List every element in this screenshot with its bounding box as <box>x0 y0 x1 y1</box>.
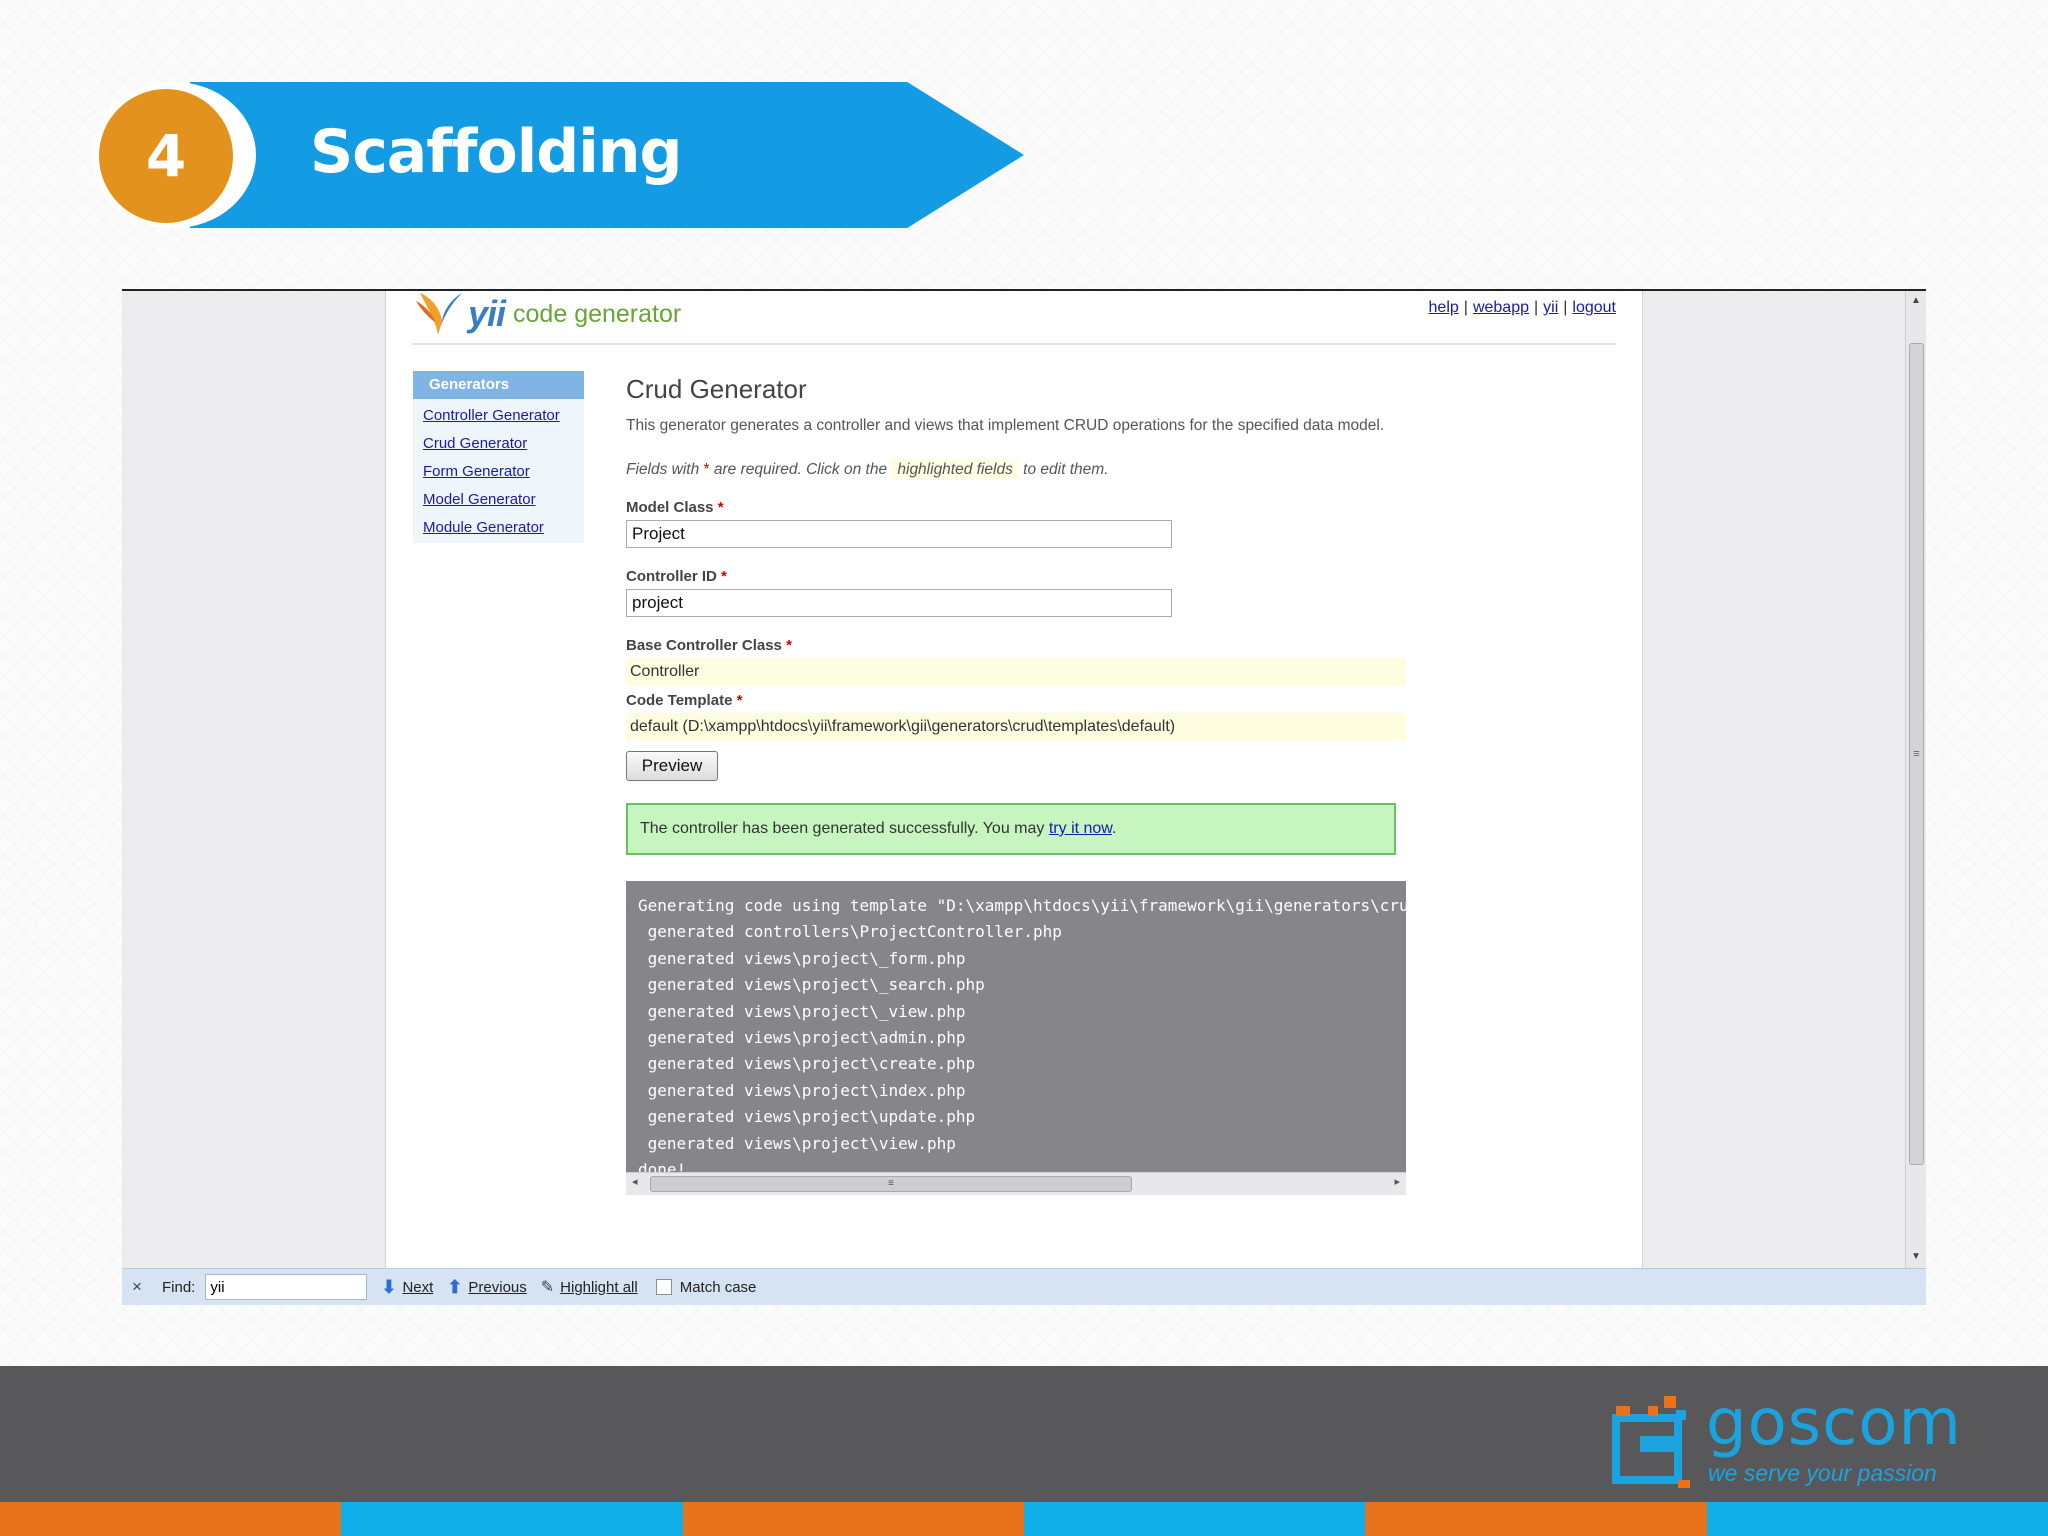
model-class-input[interactable] <box>626 520 1172 548</box>
close-find-icon[interactable]: × <box>132 1277 156 1297</box>
footer-bar-segment <box>1365 1502 1707 1536</box>
log-scroll-thumb[interactable]: ≡ <box>650 1176 1132 1192</box>
scroll-down-icon[interactable]: ▼ <box>1911 1251 1921 1262</box>
footer-color-bar <box>0 1502 2048 1536</box>
sidebar-item-controller-generator[interactable]: Controller Generator <box>423 403 584 431</box>
help-link[interactable]: help <box>1429 299 1459 316</box>
base-controller-label: Base Controller Class * <box>626 637 792 654</box>
code-template-field[interactable]: default (D:\xampp\htdocs\yii\framework\g… <box>626 713 1406 741</box>
find-next-button[interactable]: ⬇ Next <box>381 1277 433 1298</box>
find-label: Find: <box>162 1278 196 1296</box>
logo-yii-text: yii <box>468 293 506 334</box>
model-class-label: Model Class * <box>626 499 724 516</box>
log-horizontal-scrollbar[interactable]: ◂ ≡ ▸ <box>626 1172 1406 1195</box>
highlighted-fields-text: highlighted fields <box>891 459 1019 480</box>
top-links: help | webapp | yii | logout <box>1428 299 1616 316</box>
page-scroll-thumb[interactable]: ≡ <box>1909 343 1924 1165</box>
preview-button[interactable]: Preview <box>626 751 718 781</box>
sidebar-heading: Generators <box>413 371 584 399</box>
brand-tagline: we serve your passion <box>1708 1460 1937 1486</box>
find-bar: × Find: ⬇Next ⬆Previous ✎Highlight all M… <box>122 1268 1926 1305</box>
controller-id-label: Controller ID * <box>626 568 727 585</box>
logo-subtitle: code generator <box>513 299 682 328</box>
sidebar-item-model-generator[interactable]: Model Generator <box>423 487 584 515</box>
footer-bar-segment <box>1023 1502 1366 1536</box>
base-controller-field[interactable]: Controller <box>626 658 1406 686</box>
header-divider <box>412 343 1616 345</box>
sidebar-item-module-generator[interactable]: Module Generator <box>423 515 584 543</box>
highlight-all-button[interactable]: ✎ Highlight all <box>541 1277 638 1297</box>
slide-header: 4 Scaffolding <box>0 0 2048 280</box>
find-input[interactable] <box>205 1274 368 1300</box>
generation-log: Generating code using template "D:\xampp… <box>626 881 1406 1195</box>
arrow-down-icon: ⬇ <box>381 1276 397 1297</box>
scroll-left-icon[interactable]: ◂ <box>632 1175 638 1188</box>
generator-description: This generator generates a controller an… <box>626 417 1385 434</box>
code-template-label: Code Template * <box>626 692 743 709</box>
scroll-up-icon[interactable]: ▲ <box>1911 295 1921 306</box>
web-page: yii code generator help | webapp | yii | logou… <box>385 291 1643 1269</box>
scroll-right-icon[interactable]: ▸ <box>1394 1175 1400 1188</box>
page-title: Crud Generator <box>626 374 807 404</box>
yii-logo-icon <box>416 293 462 335</box>
find-previous-button[interactable]: ⬆ Previous <box>447 1277 526 1298</box>
highlighter-icon: ✎ <box>540 1279 555 1296</box>
footer-bar-segment <box>682 1502 1024 1536</box>
footer-bar-segment <box>1706 1502 2048 1536</box>
sidebar-item-crud-generator[interactable]: Crud Generator <box>423 431 584 459</box>
brand-name: goscom <box>1706 1386 1962 1460</box>
match-case-checkbox[interactable] <box>655 1279 672 1295</box>
page-vertical-scrollbar[interactable]: ▲ ≡ ▼ <box>1905 291 1926 1269</box>
footer-bar-segment <box>0 1502 342 1536</box>
footer-bar-segment <box>341 1502 683 1536</box>
yii-link[interactable]: yii <box>1543 299 1558 316</box>
slide-number-badge: 4 <box>99 89 233 223</box>
slide-title: Scaffolding <box>310 117 682 187</box>
arrow-up-icon: ⬆ <box>447 1276 463 1297</box>
yii-logo[interactable]: yii code generator <box>414 291 681 337</box>
required-fields-note: Fields with * are required. Click on the… <box>626 459 1109 480</box>
generation-log-text: Generating code using template "D:\xampp… <box>638 896 1406 1180</box>
generators-sidebar: Generators Controller Generator Crud Gen… <box>413 371 584 543</box>
goscom-logo-icon <box>1612 1396 1690 1488</box>
main-content: Crud Generator This generator generates … <box>626 371 1406 1195</box>
browser-screenshot: yii code generator help | webapp | yii | logou… <box>122 289 1926 1305</box>
goscom-logo: goscom we serve your passion <box>1610 1386 1970 1492</box>
webapp-link[interactable]: webapp <box>1473 299 1529 316</box>
try-it-now-link[interactable]: try it now <box>1049 820 1112 837</box>
sidebar-item-form-generator[interactable]: Form Generator <box>423 459 584 487</box>
success-message: The controller has been generated succes… <box>626 803 1396 855</box>
logout-link[interactable]: logout <box>1572 299 1616 316</box>
match-case-label: Match case <box>679 1278 757 1296</box>
controller-id-input[interactable] <box>626 589 1172 617</box>
